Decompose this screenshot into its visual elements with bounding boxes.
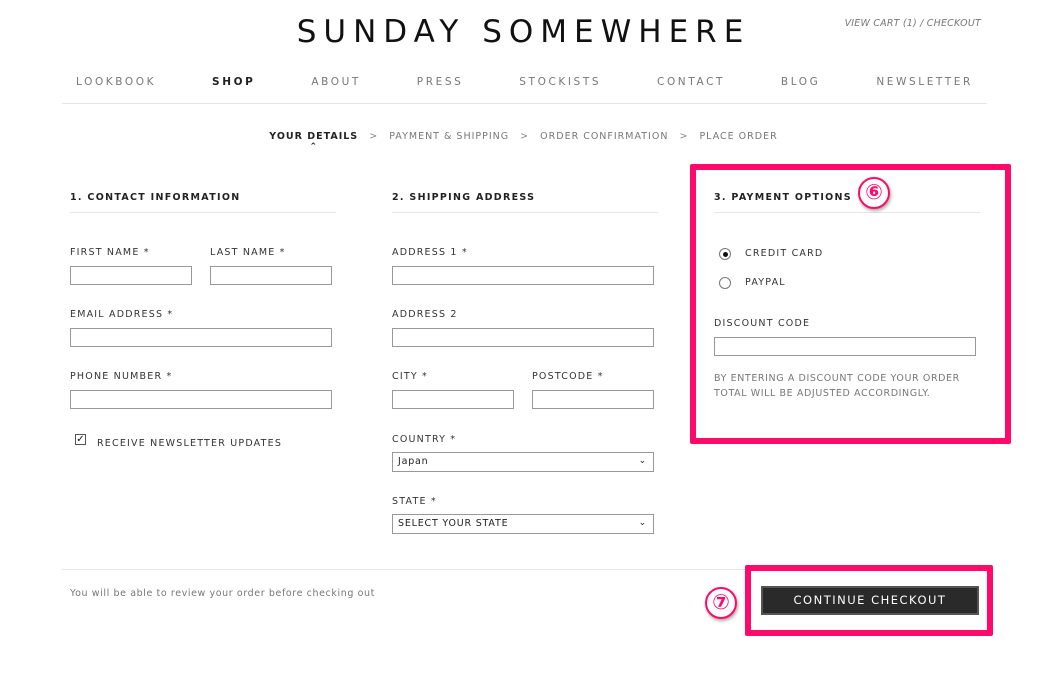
city-field[interactable] xyxy=(392,390,514,409)
step-place-order: PLACE ORDER xyxy=(699,131,778,142)
last-name-label: LAST NAME * xyxy=(210,247,286,258)
step-separator: > xyxy=(679,131,689,142)
annotation-badge-7: ⑦ xyxy=(705,587,737,619)
address1-label: ADDRESS 1 * xyxy=(392,247,468,258)
address2-label: ADDRESS 2 xyxy=(392,309,458,320)
step-order-confirmation: ORDER CONFIRMATION xyxy=(540,131,669,142)
review-note: You will be able to review your order be… xyxy=(70,588,375,599)
shipping-section-title: 2. SHIPPING ADDRESS xyxy=(392,192,658,213)
continue-checkout-button[interactable]: CONTINUE CHECKOUT xyxy=(761,586,979,615)
state-select-value: SELECT YOUR STATE xyxy=(398,518,509,529)
chevron-down-icon: ⌄ xyxy=(638,518,647,528)
phone-field[interactable] xyxy=(70,390,332,409)
nav-shop[interactable]: SHOP xyxy=(212,70,255,103)
nav-press[interactable]: PRESS xyxy=(417,70,464,103)
country-select-value: Japan xyxy=(398,456,429,467)
nav-blog[interactable]: BLOG xyxy=(781,70,820,103)
address1-field[interactable] xyxy=(392,266,654,285)
nav-about[interactable]: ABOUT xyxy=(311,70,361,103)
city-label: CITY * xyxy=(392,371,429,382)
contact-section: 1. CONTACT INFORMATION xyxy=(70,192,336,213)
step-payment-shipping: PAYMENT & SHIPPING xyxy=(389,131,510,142)
email-label: EMAIL ADDRESS * xyxy=(70,309,174,320)
state-label: STATE * xyxy=(392,496,437,507)
chevron-down-icon: ⌄ xyxy=(638,456,647,466)
country-label: COUNTRY * xyxy=(392,434,457,445)
postcode-field[interactable] xyxy=(532,390,654,409)
newsletter-checkbox[interactable]: ✓ xyxy=(75,434,86,445)
current-step-caret-icon: ⌃ xyxy=(309,142,318,152)
step-your-details-label: YOUR DETAILS xyxy=(269,131,359,142)
newsletter-label: RECEIVE NEWSLETTER UPDATES xyxy=(97,438,283,449)
view-cart-link[interactable]: VIEW CART (1) / CHECKOUT xyxy=(845,18,981,29)
nav-contact[interactable]: CONTACT xyxy=(657,70,725,103)
postcode-label: POSTCODE * xyxy=(532,371,604,382)
nav-stockists[interactable]: STOCKISTS xyxy=(519,70,601,103)
step-separator: > xyxy=(369,131,379,142)
first-name-label: FIRST NAME * xyxy=(70,247,150,258)
nav-lookbook[interactable]: LOOKBOOK xyxy=(76,70,156,103)
payment-options-highlight xyxy=(690,164,1011,444)
step-your-details: YOUR DETAILS ⌃ xyxy=(269,131,359,152)
main-nav: LOOKBOOK SHOP ABOUT PRESS STOCKISTS CONT… xyxy=(62,70,987,104)
phone-label: PHONE NUMBER * xyxy=(70,371,173,382)
last-name-field[interactable] xyxy=(210,266,332,285)
nav-newsletter[interactable]: NEWSLETTER xyxy=(876,70,973,103)
shipping-section: 2. SHIPPING ADDRESS xyxy=(392,192,658,213)
annotation-badge-6: ⑥ xyxy=(858,177,890,209)
state-select[interactable]: SELECT YOUR STATE ⌄ xyxy=(392,514,654,534)
email-field[interactable] xyxy=(70,328,332,347)
contact-section-title: 1. CONTACT INFORMATION xyxy=(70,192,336,213)
country-select[interactable]: Japan ⌄ xyxy=(392,452,654,472)
checkout-steps: YOUR DETAILS ⌃ > PAYMENT & SHIPPING > ORD… xyxy=(0,131,1047,152)
first-name-field[interactable] xyxy=(70,266,192,285)
step-separator: > xyxy=(520,131,530,142)
address2-field[interactable] xyxy=(392,328,654,347)
